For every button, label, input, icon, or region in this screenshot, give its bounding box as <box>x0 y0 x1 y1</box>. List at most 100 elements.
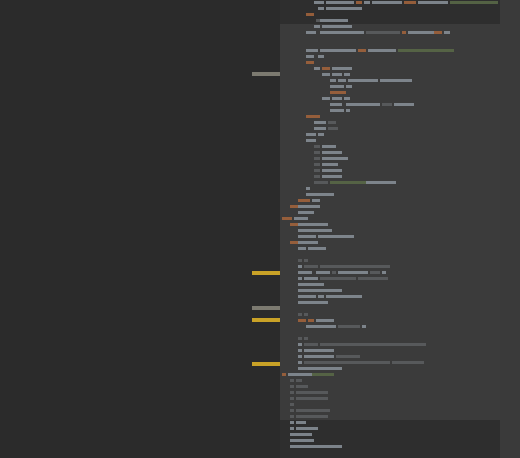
minimap-code-token <box>306 187 310 190</box>
minimap-code-token <box>320 343 426 346</box>
minimap-code-token <box>322 175 342 178</box>
minimap-code-token <box>322 25 352 28</box>
minimap-code-token <box>312 373 334 376</box>
minimap-code-token <box>330 91 346 94</box>
minimap-code-token <box>306 133 316 136</box>
minimap-code-token <box>314 157 320 160</box>
minimap-code-token <box>290 421 294 424</box>
minimap-code-token <box>308 247 326 250</box>
minimap-code-token <box>332 97 342 100</box>
minimap-code-token <box>366 181 396 184</box>
minimap-code-token <box>314 181 328 184</box>
minimap-code-token <box>304 361 390 364</box>
minimap-code-token <box>346 109 350 112</box>
minimap-code-token <box>298 337 302 340</box>
minimap-code-token <box>298 343 302 346</box>
minimap-code-token <box>298 361 302 364</box>
minimap-code-token <box>346 85 352 88</box>
minimap-code-token <box>306 193 334 196</box>
minimap-code-token <box>330 109 344 112</box>
minimap-code-token <box>320 49 356 52</box>
minimap-code-token <box>298 319 306 322</box>
minimap-code-token <box>444 31 450 34</box>
minimap-code-token <box>320 31 364 34</box>
minimap-code-token <box>304 355 334 358</box>
minimap-code-token <box>290 433 312 436</box>
minimap-code-token <box>434 31 442 34</box>
minimap-code-token <box>298 205 320 208</box>
minimap-code-token <box>306 55 314 58</box>
minimap-code-token <box>394 103 414 106</box>
minimap-code-token <box>298 265 302 268</box>
minimap-code-token <box>322 169 342 172</box>
minimap-code-token <box>306 61 314 64</box>
minimap-code-token <box>304 343 318 346</box>
minimap-code-token <box>370 271 380 274</box>
minimap-code-token <box>330 85 344 88</box>
minimap-code-token <box>314 25 320 28</box>
minimap-code-token <box>318 295 324 298</box>
minimap-code-token <box>404 1 416 4</box>
minimap-code-token <box>326 1 354 4</box>
minimap-code-token <box>336 355 360 358</box>
minimap-code-token <box>298 271 312 274</box>
minimap-code-token <box>296 415 328 418</box>
minimap-code-token <box>318 235 354 238</box>
minimap-code-token <box>304 259 308 262</box>
minimap-code-token <box>296 421 306 424</box>
minimap-code-token <box>338 79 346 82</box>
minimap-code-token <box>298 223 328 226</box>
minimap-code-token <box>290 205 298 208</box>
minimap-code-token <box>322 163 338 166</box>
minimap-code-token <box>308 319 314 322</box>
minimap-code-token <box>290 391 294 394</box>
minimap-code-token <box>318 7 324 10</box>
minimap-code-token <box>290 445 342 448</box>
minimap-code-token <box>338 325 360 328</box>
minimap-code-token <box>330 181 366 184</box>
minimap-code-token <box>298 199 310 202</box>
minimap-code-token <box>314 163 320 166</box>
minimap-code-lines <box>0 0 500 458</box>
minimap-code-token <box>298 349 302 352</box>
minimap-code-token <box>382 271 386 274</box>
minimap-code-token <box>294 217 308 220</box>
minimap-code-token <box>338 271 368 274</box>
minimap-code-token <box>306 49 318 52</box>
minimap-code-token <box>290 223 298 226</box>
minimap-code-token <box>290 409 294 412</box>
minimap-code-token <box>296 427 318 430</box>
minimap-code-token <box>344 97 350 100</box>
minimap-code-token <box>320 265 390 268</box>
vertical-scrollbar[interactable] <box>500 0 520 458</box>
minimap-code-token <box>296 391 328 394</box>
minimap-code-token <box>304 349 334 352</box>
minimap-code-token <box>318 133 324 136</box>
minimap-code-token <box>290 397 294 400</box>
minimap-code-token <box>322 67 330 70</box>
minimap-code-token <box>364 1 370 4</box>
minimap-code-token <box>356 1 362 4</box>
minimap-code-token <box>306 139 316 142</box>
minimap-code-token <box>362 325 366 328</box>
minimap-code-token <box>298 277 302 280</box>
minimap-code-token <box>298 289 342 292</box>
minimap-code-token <box>298 247 306 250</box>
minimap-code-token <box>314 175 320 178</box>
minimap-code-token <box>314 67 320 70</box>
minimap-code-token <box>304 313 308 316</box>
minimap-code-token <box>380 79 412 82</box>
minimap-code-token <box>298 259 302 262</box>
minimap-code-token <box>296 409 330 412</box>
minimap-code-token <box>304 277 318 280</box>
minimap-code-token <box>322 157 348 160</box>
minimap-code-token <box>322 97 330 100</box>
minimap-code-token <box>402 31 406 34</box>
minimap-code-token <box>314 169 320 172</box>
minimap-code-token <box>358 277 388 280</box>
minimap-code-token <box>298 229 332 232</box>
minimap-code-token <box>366 31 400 34</box>
minimap-code-token <box>314 145 320 148</box>
minimap-code-token <box>332 271 336 274</box>
minimap-code-token <box>344 73 350 76</box>
